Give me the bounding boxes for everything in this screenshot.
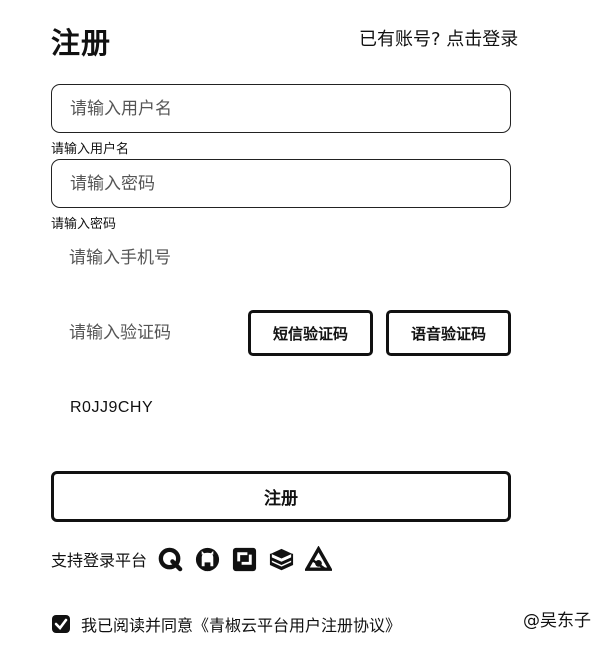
captcha-text[interactable]: R0JJ9CHY (70, 399, 153, 417)
login-link[interactable]: 已有账号? 点击登录 (359, 25, 518, 51)
username-input[interactable] (51, 84, 511, 133)
voice-code-button[interactable]: 语音验证码 (386, 310, 511, 356)
password-input[interactable] (51, 159, 511, 208)
agreement-checkbox[interactable] (51, 614, 71, 634)
register-button[interactable]: 注册 (51, 471, 511, 522)
login-platforms: 支持登录平台 (51, 544, 342, 574)
phone-input[interactable] (51, 238, 511, 278)
stack-layers-icon[interactable] (268, 546, 295, 573)
password-hint: 请输入密码 (51, 217, 117, 232)
username-hint: 请输入用户名 (51, 142, 130, 157)
watermark: @吴东子 (523, 611, 591, 631)
sms-code-button[interactable]: 短信验证码 (248, 310, 373, 356)
triangle-logo-icon[interactable] (305, 545, 333, 573)
verification-code-input[interactable] (51, 313, 241, 353)
page-title: 注册 (51, 26, 112, 60)
qq-style-q-icon[interactable] (157, 546, 184, 573)
platforms-label: 支持登录平台 (51, 551, 148, 570)
gitee-square-icon[interactable] (231, 546, 258, 573)
agreement-link[interactable]: 《青椒云平台用户注册协议》 (193, 612, 401, 636)
agreement-text: 我已阅读并同意 (81, 616, 194, 635)
github-icon[interactable] (194, 546, 221, 573)
agreement-row: 我已阅读并同意 《青椒云平台用户注册协议》 (51, 612, 401, 636)
